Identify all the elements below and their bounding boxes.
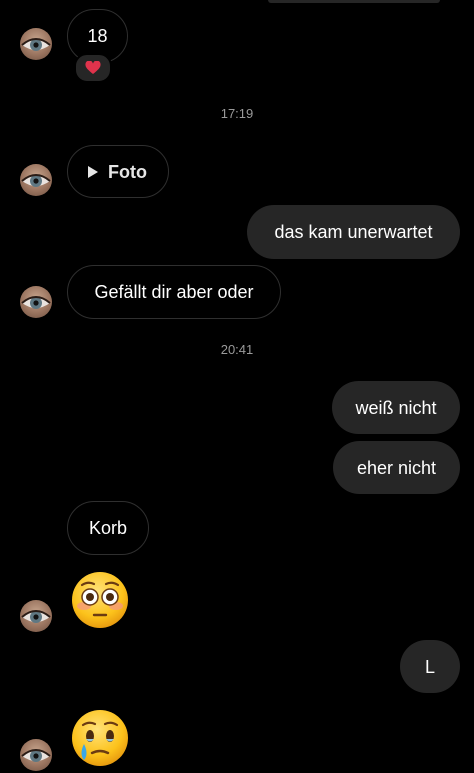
contact-avatar[interactable] xyxy=(20,739,52,771)
flushed-face-emoji-message[interactable] xyxy=(70,570,130,630)
message-bubble-outgoing[interactable]: L xyxy=(400,640,460,693)
message-text: Korb xyxy=(88,518,128,538)
timestamp: 17:19 xyxy=(220,106,254,121)
message-bubble-outgoing[interactable]: weiß nicht xyxy=(332,381,460,434)
message-text: eher nicht xyxy=(356,457,437,478)
contact-avatar[interactable] xyxy=(20,28,52,60)
contact-avatar[interactable] xyxy=(20,286,52,318)
heart-icon xyxy=(85,61,101,74)
message-bubble-outgoing[interactable]: das kam unerwartet xyxy=(247,205,460,259)
face-holding-back-tears-icon xyxy=(72,710,128,766)
avatar-eye-image xyxy=(21,749,51,762)
media-message-bubble[interactable]: Foto xyxy=(67,145,169,198)
message-bubble-incoming[interactable]: Gefällt dir aber oder xyxy=(67,265,281,319)
play-icon xyxy=(88,165,98,178)
avatar-eye-image xyxy=(21,174,51,187)
contact-avatar[interactable] xyxy=(20,164,52,196)
avatar-eye-image xyxy=(21,38,51,51)
message-text: weiß nicht xyxy=(355,397,437,418)
avatar-eye-image xyxy=(21,610,51,623)
previous-message-edge xyxy=(268,0,440,3)
flushed-face-icon xyxy=(72,572,128,628)
message-text: L xyxy=(424,656,435,677)
message-bubble-incoming[interactable]: Korb xyxy=(67,501,149,555)
message-text: Gefällt dir aber oder xyxy=(94,282,254,302)
message-bubble-outgoing[interactable]: eher nicht xyxy=(333,441,460,494)
contact-avatar[interactable] xyxy=(20,600,52,632)
avatar-eye-image xyxy=(21,296,51,309)
timestamp: 20:41 xyxy=(220,342,254,357)
media-label: Foto xyxy=(108,161,147,182)
reaction-badge[interactable] xyxy=(74,53,112,83)
holding-back-tears-emoji-message[interactable] xyxy=(70,708,130,768)
message-text: das kam unerwartet xyxy=(274,222,433,242)
message-text: 18 xyxy=(87,26,108,46)
